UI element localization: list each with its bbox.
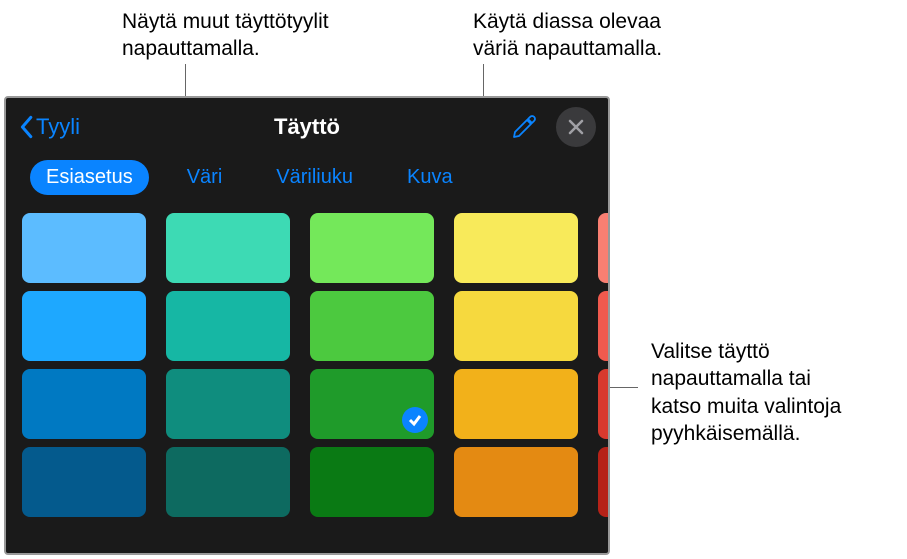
- eyedropper-button[interactable]: [510, 113, 538, 141]
- callout-eyedropper: Käytä diassa olevaa väriä napauttamalla.: [473, 8, 733, 63]
- swatch-column: [166, 213, 290, 553]
- back-label: Tyyli: [36, 114, 80, 140]
- color-swatch[interactable]: [598, 213, 608, 283]
- swatch-scroller[interactable]: [6, 213, 608, 553]
- color-swatch[interactable]: [310, 447, 434, 517]
- tab-preset[interactable]: Esiasetus: [30, 160, 149, 195]
- color-swatch[interactable]: [310, 213, 434, 283]
- color-swatch[interactable]: [22, 369, 146, 439]
- color-swatch[interactable]: [22, 447, 146, 517]
- swatch-column: [454, 213, 578, 553]
- color-swatch[interactable]: [166, 291, 290, 361]
- eyedropper-icon: [510, 113, 538, 141]
- swatch-row: [22, 213, 592, 553]
- color-swatch[interactable]: [454, 447, 578, 517]
- swatch-column: [310, 213, 434, 553]
- color-swatch[interactable]: [454, 213, 578, 283]
- color-swatch[interactable]: [166, 213, 290, 283]
- callout-swatches: Valitse täyttö napauttamalla tai katso m…: [651, 338, 901, 447]
- panel-title: Täyttö: [274, 114, 340, 140]
- fill-tabs: Esiasetus Väri Väriliuku Kuva: [6, 156, 608, 213]
- color-swatch[interactable]: [598, 291, 608, 361]
- tab-color[interactable]: Väri: [171, 160, 239, 195]
- checkmark-icon: [402, 407, 428, 433]
- color-swatch[interactable]: [166, 369, 290, 439]
- chevron-left-icon: [18, 115, 34, 139]
- color-swatch[interactable]: [22, 213, 146, 283]
- close-button[interactable]: [556, 107, 596, 147]
- color-swatch[interactable]: [598, 447, 608, 517]
- color-swatch[interactable]: [166, 447, 290, 517]
- color-swatch[interactable]: [22, 291, 146, 361]
- swatch-column: [598, 213, 608, 553]
- color-swatch[interactable]: [310, 369, 434, 439]
- fill-panel: Tyyli Täyttö Esiasetus Väri Väriliuku Ku…: [4, 96, 610, 555]
- color-swatch[interactable]: [598, 369, 608, 439]
- close-icon: [567, 118, 585, 136]
- color-swatch[interactable]: [310, 291, 434, 361]
- color-swatch[interactable]: [454, 369, 578, 439]
- panel-header: Tyyli Täyttö: [6, 98, 608, 156]
- color-swatch[interactable]: [454, 291, 578, 361]
- swatch-column: [22, 213, 146, 553]
- tab-gradient[interactable]: Väriliuku: [260, 160, 369, 195]
- header-actions: [510, 107, 596, 147]
- tab-image[interactable]: Kuva: [391, 160, 469, 195]
- back-button[interactable]: Tyyli: [18, 114, 80, 140]
- callout-tabs: Näytä muut täyttötyylit napauttamalla.: [122, 8, 382, 63]
